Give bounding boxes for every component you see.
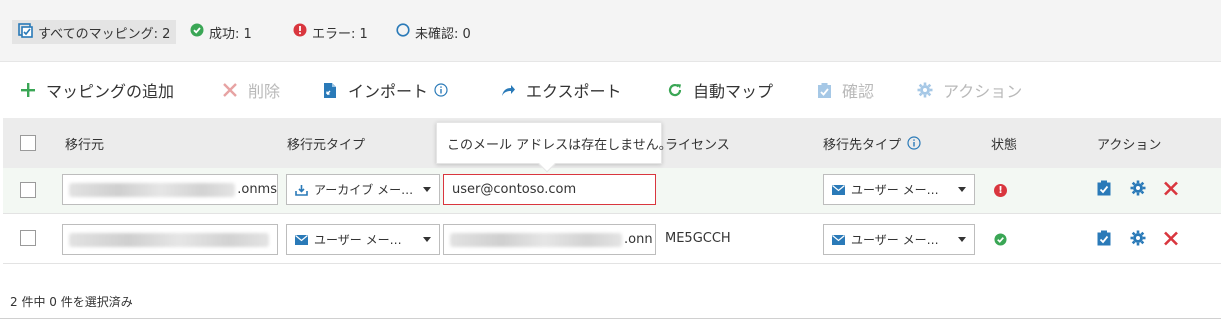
filter-bar: すべてのマッピング: 2 成功: 1 エラー: 1 未確認: 0: [0, 0, 1221, 62]
refresh-icon: [667, 82, 683, 98]
source-type-select[interactable]: ユーザー メー…: [286, 224, 440, 255]
gear-icon[interactable]: [1130, 180, 1146, 196]
error-tooltip: このメール アドレスは存在しません。: [436, 122, 672, 173]
remove-row-icon[interactable]: [1163, 231, 1179, 246]
info-icon[interactable]: [907, 136, 921, 150]
source-field[interactable]: [62, 224, 278, 255]
header-status[interactable]: 状態: [991, 118, 1017, 168]
error-status-icon: !: [994, 184, 1007, 197]
plus-icon: [20, 82, 36, 98]
license-cell: ME5GCCH: [665, 231, 731, 246]
header-target-type-label: 移行先タイプ: [823, 137, 902, 153]
target-suffix: .onn: [624, 232, 653, 247]
source-type-value: アーカイブ メー…: [314, 183, 414, 197]
chevron-down-icon: [423, 237, 431, 242]
filter-unverified-label: 未確認: 0: [415, 26, 471, 42]
header-source[interactable]: 移行元: [65, 118, 104, 168]
target-type-select[interactable]: ユーザー メー…: [823, 174, 975, 205]
filter-all-label: すべてのマッピング: 2: [38, 26, 171, 42]
delete-x-icon: [222, 82, 238, 98]
header-license[interactable]: ライセンス: [665, 118, 730, 168]
target-type-value: ユーザー メー…: [851, 183, 939, 197]
export-button[interactable]: エクスポート: [500, 70, 622, 110]
selection-count: 2 件中 0 件を選択済み: [10, 295, 133, 309]
chevron-down-icon: [423, 187, 431, 192]
delete-button[interactable]: 削除: [222, 70, 280, 110]
actions-button[interactable]: アクション: [917, 70, 1022, 110]
verify-row-button[interactable]: [1097, 180, 1111, 196]
table-row: ユーザー メー… .onn ME5GCCH ユーザー メー…: [3, 214, 1221, 264]
source-suffix: .onms: [237, 182, 277, 197]
automap-button[interactable]: 自動マップ: [667, 70, 773, 110]
gear-icon: [917, 82, 933, 98]
mail-icon: [295, 234, 308, 245]
success-icon: [190, 23, 204, 41]
target-type-value: ユーザー メー…: [851, 233, 939, 247]
mail-icon: [832, 184, 845, 195]
import-label: インポート: [348, 82, 429, 101]
info-icon[interactable]: [434, 83, 448, 97]
redacted-text: [69, 182, 236, 197]
source-field[interactable]: .onms: [62, 174, 278, 205]
target-value: user@contoso.com: [452, 182, 577, 197]
filter-unverified[interactable]: 未確認: 0: [396, 20, 471, 44]
row-checkbox[interactable]: [20, 182, 36, 198]
filter-all[interactable]: すべてのマッピング: 2: [12, 20, 177, 44]
automap-label: 自動マップ: [693, 82, 774, 101]
archive-download-icon: [295, 184, 308, 196]
export-label: エクスポート: [526, 82, 622, 101]
checklist-icon: [18, 22, 33, 42]
verify-row-button[interactable]: [1097, 230, 1111, 246]
source-type-select[interactable]: アーカイブ メー…: [286, 174, 440, 205]
filter-success[interactable]: 成功: 1: [190, 20, 252, 44]
clipboard-check-icon: [817, 82, 832, 99]
table-row: .onms アーカイブ メー… user@contoso.com ユーザー メー…: [3, 168, 1221, 214]
redacted-text: [69, 232, 269, 247]
verify-label: 確認: [842, 82, 875, 101]
mail-icon: [832, 234, 845, 245]
target-field[interactable]: user@contoso.com: [443, 174, 656, 205]
header-target-type[interactable]: 移行先タイプ: [823, 118, 921, 168]
header-source-type[interactable]: 移行元タイプ: [287, 118, 365, 168]
row-checkbox[interactable]: [20, 230, 36, 246]
header-actions: アクション: [1097, 137, 1162, 153]
actions-label: アクション: [943, 82, 1023, 101]
delete-label: 削除: [248, 82, 281, 101]
import-file-icon: [322, 82, 338, 99]
verify-button[interactable]: 確認: [817, 70, 874, 110]
filter-error[interactable]: エラー: 1: [293, 20, 368, 44]
tooltip-text: このメール アドレスは存在しません。: [447, 137, 672, 153]
target-field[interactable]: .onn: [443, 224, 656, 255]
toolbar: マッピングの追加 削除 インポート エクスポート 自動マップ 確認 アクション: [0, 70, 1221, 110]
select-all-checkbox[interactable]: [20, 135, 36, 151]
chevron-down-icon: [958, 237, 966, 242]
error-icon: [293, 23, 307, 41]
export-arrow-icon: [500, 82, 516, 98]
filter-success-label: 成功: 1: [209, 26, 252, 42]
success-status-icon: [994, 233, 1007, 246]
gear-icon[interactable]: [1130, 230, 1146, 246]
source-type-value: ユーザー メー…: [314, 233, 402, 247]
target-type-select[interactable]: ユーザー メー…: [823, 224, 975, 255]
add-mapping-label: マッピングの追加: [46, 82, 175, 101]
import-button[interactable]: インポート: [322, 70, 448, 110]
chevron-down-icon: [958, 187, 966, 192]
add-mapping-button[interactable]: マッピングの追加: [20, 70, 174, 110]
remove-row-icon[interactable]: [1163, 181, 1179, 196]
redacted-text: [450, 232, 622, 247]
unverified-icon: [396, 23, 410, 41]
filter-error-label: エラー: 1: [312, 26, 368, 42]
